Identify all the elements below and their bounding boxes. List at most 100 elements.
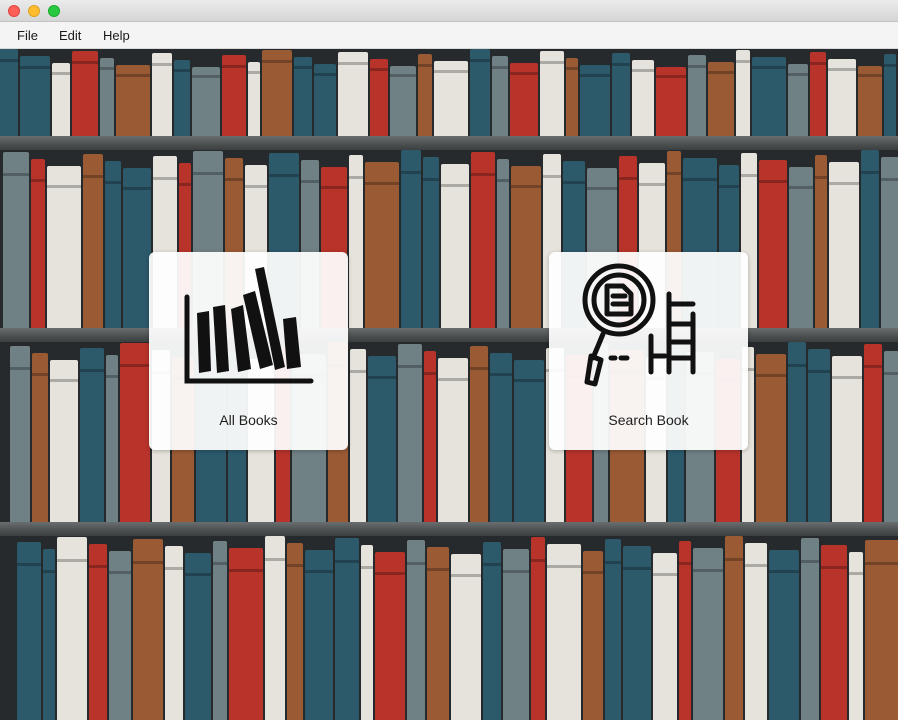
book-spine (490, 353, 512, 522)
book-spine (100, 58, 114, 136)
book-spine (3, 152, 29, 328)
book-spine (133, 539, 163, 720)
book-spine (828, 59, 856, 136)
book-spine (31, 159, 45, 328)
book-spine (57, 537, 87, 720)
book-spine (407, 540, 425, 720)
menu-edit[interactable]: Edit (59, 28, 81, 43)
book-spine (350, 349, 366, 522)
book-spine (106, 355, 118, 522)
book-spine (849, 552, 863, 720)
book-spine (881, 157, 898, 328)
book-spine (185, 553, 211, 720)
book-spine (424, 351, 436, 522)
book-spine (89, 544, 107, 720)
search-book-label: Search Book (608, 412, 689, 428)
book-spine (361, 545, 373, 720)
book-spine (17, 542, 41, 720)
book-spine (605, 539, 621, 720)
book-spine (365, 162, 399, 328)
book-spine (222, 55, 246, 136)
book-spine (693, 548, 723, 720)
close-window-button[interactable] (8, 5, 20, 17)
book-spine (338, 52, 368, 136)
book-spine (109, 551, 131, 720)
book-spine (656, 67, 686, 136)
book-spine (788, 64, 808, 136)
book-spine (759, 160, 787, 328)
book-spine (438, 358, 468, 522)
bar-chart-icon (184, 267, 314, 384)
book-spine (0, 49, 18, 136)
book-spine (580, 65, 610, 136)
book-spine (349, 155, 363, 328)
book-spine (83, 154, 103, 328)
book-spine (192, 67, 220, 136)
book-spine (418, 54, 432, 136)
book-spine (116, 65, 150, 136)
book-spine (314, 64, 336, 136)
book-spine (120, 343, 150, 522)
book-spine (745, 543, 767, 720)
shelf-plank (0, 328, 898, 342)
shelf-plank (0, 136, 898, 150)
book-spine (815, 155, 827, 328)
menu-help[interactable]: Help (103, 28, 130, 43)
book-spine (398, 344, 422, 522)
book-spine (165, 546, 183, 720)
book-spine (335, 538, 359, 720)
book-spine (725, 536, 743, 720)
book-spine (72, 51, 98, 136)
book-spine (483, 542, 501, 720)
book-spine (123, 168, 151, 328)
book-spine (858, 66, 882, 136)
book-spine (105, 161, 121, 328)
minimize-window-button[interactable] (28, 5, 40, 17)
book-spine (152, 53, 172, 136)
book-spine (514, 360, 544, 522)
book-spine (566, 58, 578, 136)
all-books-card[interactable]: All Books (149, 252, 348, 450)
book-spine (471, 152, 495, 328)
search-book-card[interactable]: Search Book (549, 252, 748, 450)
book-spine (612, 53, 630, 136)
maximize-window-button[interactable] (48, 5, 60, 17)
book-spine (265, 536, 285, 720)
book-spine (736, 50, 750, 136)
book-spine (43, 549, 55, 720)
book-spine (492, 56, 508, 136)
book-spine (80, 348, 104, 522)
book-spine (294, 57, 312, 136)
book-spine (470, 49, 490, 136)
book-spine (884, 351, 898, 522)
book-spine (769, 550, 799, 720)
book-spine (441, 164, 469, 328)
book-spine (540, 51, 564, 136)
book-spine (229, 548, 263, 720)
book-spine (370, 59, 388, 136)
book-spine (801, 538, 819, 720)
book-spine (547, 544, 581, 720)
book-spine (788, 342, 806, 522)
search-document-icon (582, 263, 696, 387)
book-spine (390, 66, 416, 136)
menu-file[interactable]: File (17, 28, 38, 43)
book-spine (427, 547, 449, 720)
book-spine (511, 166, 541, 328)
book-spine (632, 60, 654, 136)
book-spine (510, 63, 538, 136)
book-spine (531, 537, 545, 720)
book-spine (861, 150, 879, 328)
book-spine (10, 346, 30, 522)
book-spine (50, 360, 78, 522)
book-spine (810, 52, 826, 136)
book-spine (20, 56, 50, 136)
menu-bar: File Edit Help (0, 22, 898, 49)
book-spine (262, 50, 292, 136)
book-spine (832, 356, 862, 522)
book-spine (174, 60, 190, 136)
book-spine (679, 541, 691, 720)
shelf-plank (0, 522, 898, 536)
book-spine (287, 543, 303, 720)
book-spine (497, 159, 509, 328)
